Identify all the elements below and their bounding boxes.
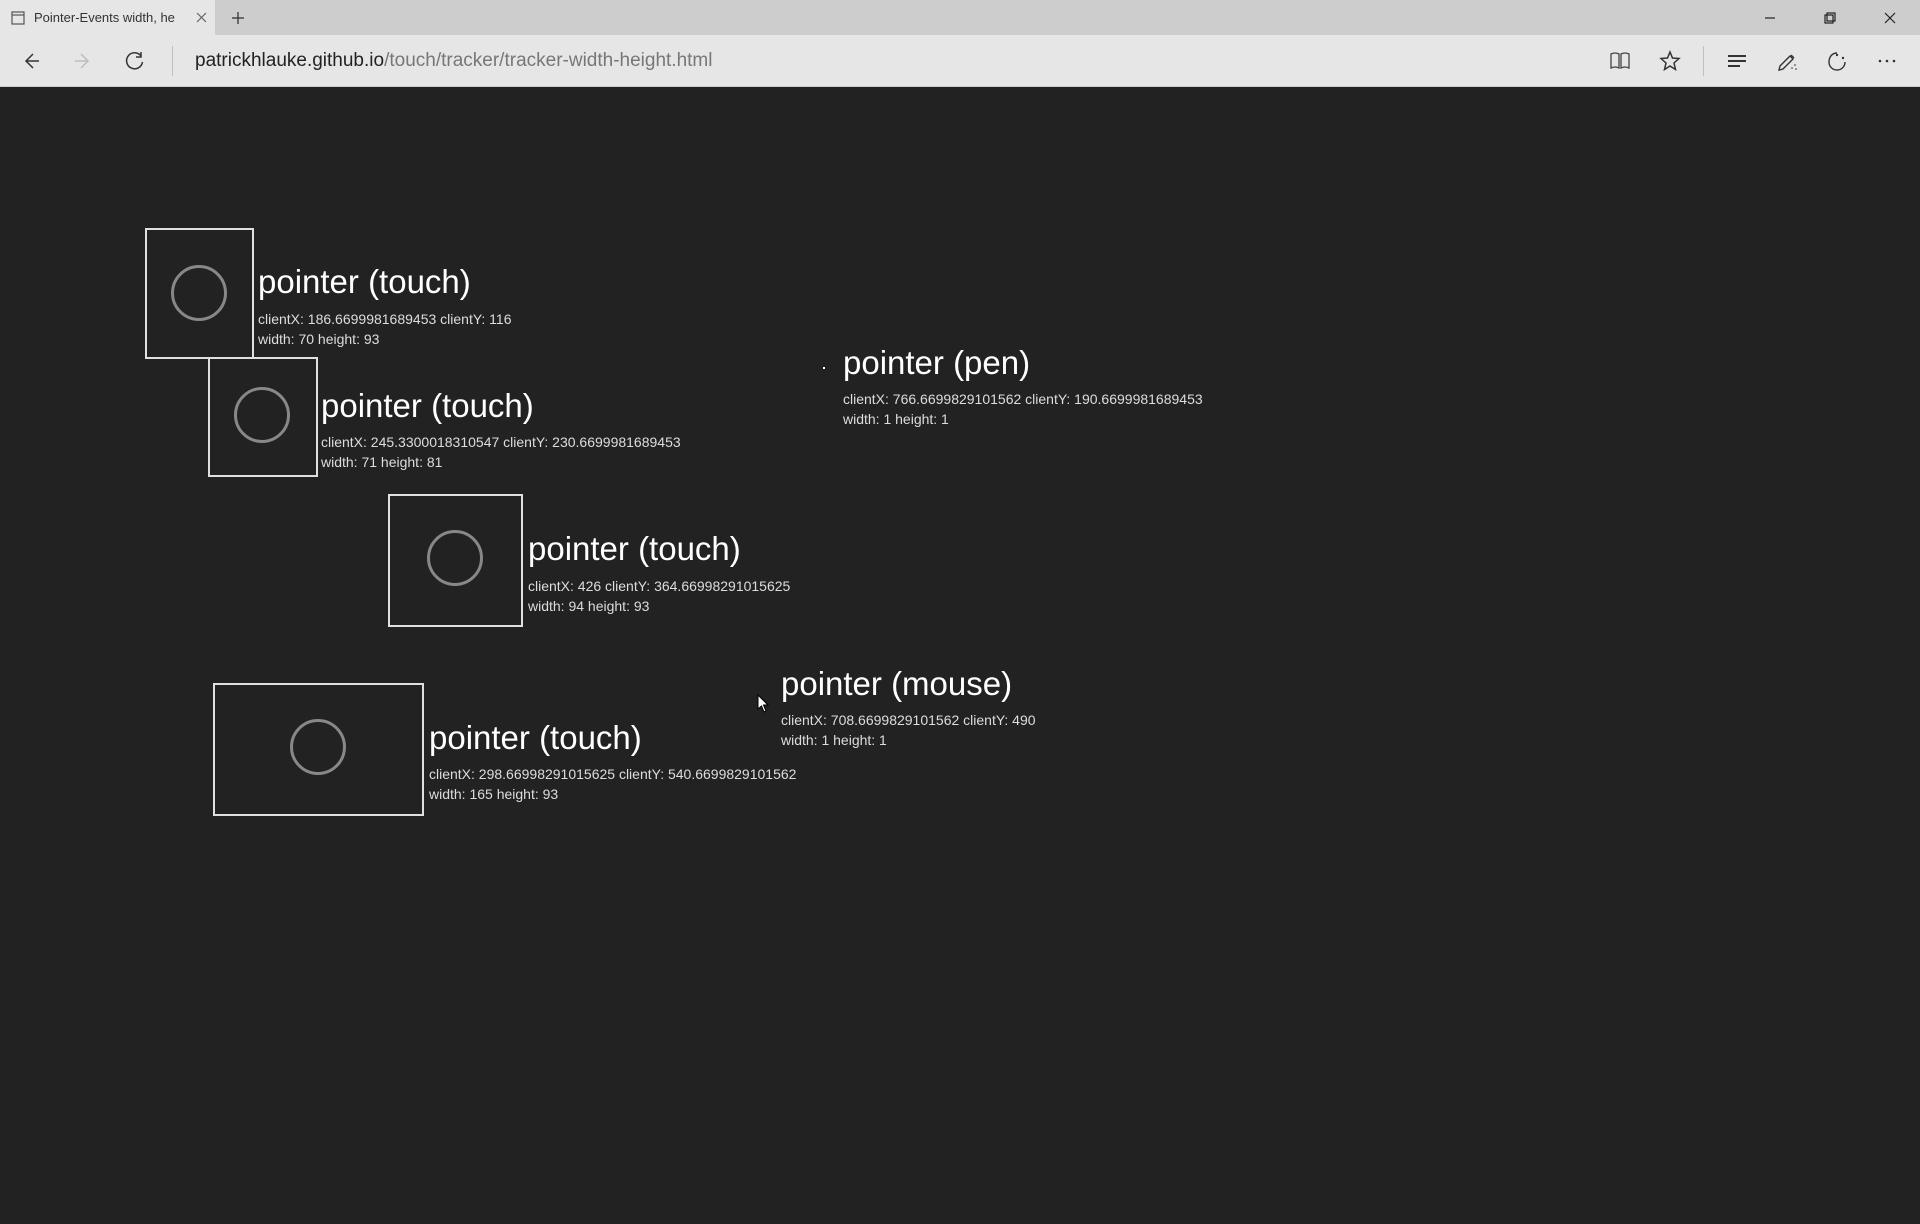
toolbar-right xyxy=(1595,38,1912,84)
pointer-type-label: pointer (pen) xyxy=(843,344,1030,382)
pointer-details: clientX: 426 clientY: 364.66998291015625… xyxy=(528,577,790,616)
refresh-button[interactable] xyxy=(112,38,158,84)
page-content[interactable]: pointer (touch) clientX: 186.669998168945… xyxy=(0,87,1920,1224)
browser-toolbar: patrickhlauke.github.io/touch/tracker/tr… xyxy=(0,35,1920,87)
more-icon[interactable] xyxy=(1862,38,1912,84)
pointer-details: clientX: 186.6699981689453 clientY: 116w… xyxy=(258,310,512,349)
pointer-type-label: pointer (touch) xyxy=(528,530,741,568)
address-bar[interactable]: patrickhlauke.github.io/touch/tracker/tr… xyxy=(187,42,1589,80)
pointer-type-label: pointer (touch) xyxy=(429,719,642,757)
favorite-icon[interactable] xyxy=(1645,38,1695,84)
pointer-type-label: pointer (touch) xyxy=(321,387,534,425)
page-icon xyxy=(10,10,26,26)
pointer-details: clientX: 708.6699829101562 clientY: 490w… xyxy=(781,711,1036,750)
web-note-icon[interactable] xyxy=(1762,38,1812,84)
pointer-ring-icon xyxy=(427,530,483,586)
tabs: Pointer-Events width, he xyxy=(0,0,261,35)
toolbar-separator xyxy=(172,46,173,76)
new-tab-button[interactable] xyxy=(215,0,261,35)
url-host: patrickhlauke.github.io xyxy=(195,50,384,72)
mouse-cursor-icon xyxy=(757,694,771,719)
tab-title: Pointer-Events width, he xyxy=(34,10,185,25)
pointer-details: clientX: 766.6699829101562 clientY: 190.… xyxy=(843,390,1203,429)
pointer-dot xyxy=(823,367,825,369)
pointer-ring-icon xyxy=(234,387,290,443)
pointer-ring-icon xyxy=(171,265,227,321)
url-path: /touch/tracker/tracker-width-height.html xyxy=(384,50,712,72)
pointer-ring-icon xyxy=(290,719,346,775)
share-icon[interactable] xyxy=(1812,38,1862,84)
close-tab-icon[interactable] xyxy=(193,10,209,26)
toolbar-separator-2 xyxy=(1703,46,1704,76)
close-window-button[interactable] xyxy=(1860,0,1920,35)
browser-tab[interactable]: Pointer-Events width, he xyxy=(0,0,215,35)
pointer-details: clientX: 298.66998291015625 clientY: 540… xyxy=(429,765,796,804)
window-controls xyxy=(1740,0,1920,35)
pointer-details: clientX: 245.3300018310547 clientY: 230.… xyxy=(321,433,681,472)
maximize-button[interactable] xyxy=(1800,0,1860,35)
reading-view-icon[interactable] xyxy=(1595,38,1645,84)
forward-button[interactable] xyxy=(60,38,106,84)
hub-icon[interactable] xyxy=(1712,38,1762,84)
back-button[interactable] xyxy=(8,38,54,84)
pointer-type-label: pointer (touch) xyxy=(258,263,471,301)
minimize-button[interactable] xyxy=(1740,0,1800,35)
pointer-type-label: pointer (mouse) xyxy=(781,665,1012,703)
window-titlebar: Pointer-Events width, he xyxy=(0,0,1920,35)
